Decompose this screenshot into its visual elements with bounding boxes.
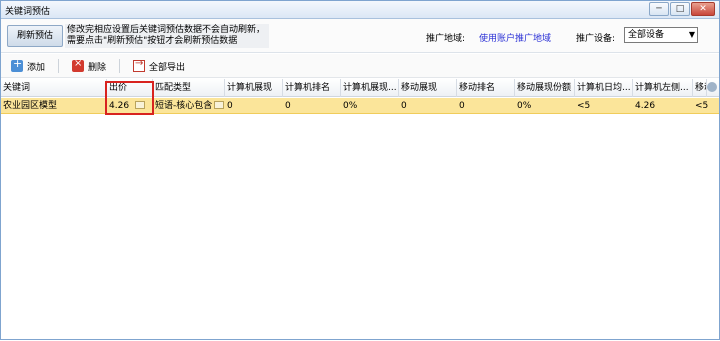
- export-label: 全部导出: [149, 62, 186, 73]
- header-pc-rank[interactable]: 计算机排名: [283, 79, 341, 97]
- match-type-value: 短语-核心包含: [155, 101, 213, 111]
- title-bar: 关键词预估 ─ □ ✕: [1, 1, 719, 19]
- device-select-value: 全部设备: [628, 30, 665, 40]
- cell-pc-impressions: 0: [227, 101, 233, 111]
- window-title: 关键词预估: [5, 7, 51, 17]
- cell-mobile-extra: <5: [695, 101, 709, 111]
- header-mobile-rank[interactable]: 移动排名: [457, 79, 515, 97]
- region-link[interactable]: 使用账户推广地域: [479, 31, 551, 44]
- toolbar: 添加 删除 全部导出: [1, 54, 719, 78]
- cell-mobile-share: 0%: [517, 101, 532, 111]
- header-mobile-share[interactable]: 移动展现份额: [515, 79, 575, 97]
- toolbar-divider: [58, 59, 59, 73]
- delete-label: 删除: [88, 62, 107, 73]
- chevron-down-icon: ▼: [688, 30, 695, 39]
- cell-pc-daily: <5: [577, 101, 591, 111]
- keyword-table: 关键词 出价 匹配类型 计算机展现 计算机排名 计算机展现... 移动展现 移动…: [1, 79, 719, 341]
- cell-keyword: 农业园区模型: [3, 101, 58, 111]
- delete-button[interactable]: 删除: [72, 58, 106, 74]
- keyword-estimate-window: 关键词预估 ─ □ ✕ 刷新预估 修改完相应设置后关键词预估数据不会自动刷新， …: [0, 0, 720, 340]
- device-label: 推广设备:: [576, 34, 616, 44]
- settings-bar: 刷新预估 修改完相应设置后关键词预估数据不会自动刷新， 需要点击"刷新预估"按钮…: [1, 19, 719, 53]
- cell-match-type[interactable]: 短语-核心包含: [153, 98, 225, 114]
- settings-gear-icon[interactable]: [707, 82, 717, 92]
- header-mobile-impressions[interactable]: 移动展现: [399, 79, 457, 97]
- minimize-button[interactable]: ─: [649, 2, 669, 16]
- close-button[interactable]: ✕: [691, 2, 715, 16]
- maximize-button[interactable]: □: [670, 2, 690, 16]
- header-pc-share[interactable]: 计算机展现...: [341, 79, 399, 97]
- header-pc-left[interactable]: 计算机左侧...: [633, 79, 693, 97]
- cell-mobile-impressions: 0: [401, 101, 407, 111]
- notice-line-1: 修改完相应设置后关键词预估数据不会自动刷新，: [67, 25, 266, 35]
- header-keyword[interactable]: 关键词: [1, 79, 107, 97]
- header-pc-impressions[interactable]: 计算机展现: [225, 79, 283, 97]
- bid-highlight-box: [105, 81, 154, 115]
- header-pc-daily[interactable]: 计算机日均...: [575, 79, 633, 97]
- export-all-button[interactable]: 全部导出: [133, 58, 185, 74]
- device-select[interactable]: 全部设备 ▼: [624, 27, 698, 43]
- header-mobile-extra[interactable]: 移动: [693, 79, 707, 97]
- region-label: 推广地域:: [426, 34, 466, 44]
- delete-icon: [72, 58, 84, 72]
- toolbar-divider: [119, 59, 120, 73]
- add-icon: [11, 57, 23, 72]
- notice-line-2: 需要点击"刷新预估"按钮才会刷新预估数据: [67, 36, 238, 46]
- add-label: 添加: [27, 62, 46, 73]
- refresh-notice: 修改完相应设置后关键词预估数据不会自动刷新， 需要点击"刷新预估"按钮才会刷新预…: [65, 24, 269, 48]
- export-icon: [133, 58, 145, 72]
- edit-icon[interactable]: [214, 101, 225, 109]
- cell-pc-share: 0%: [343, 101, 358, 111]
- cell-mobile-rank: 0: [459, 101, 465, 111]
- refresh-estimate-button[interactable]: 刷新预估: [7, 25, 63, 47]
- add-button[interactable]: 添加: [11, 57, 46, 74]
- cell-pc-left: 4.26: [635, 101, 656, 111]
- cell-pc-rank: 0: [285, 101, 291, 111]
- header-match-type[interactable]: 匹配类型: [153, 79, 225, 97]
